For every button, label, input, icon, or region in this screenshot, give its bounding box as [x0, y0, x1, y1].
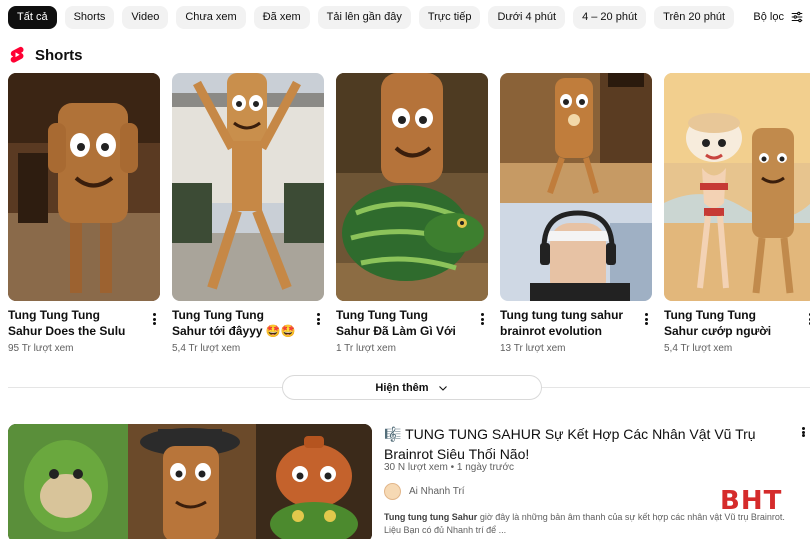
avatar[interactable]	[384, 483, 401, 500]
watermark-logo: BHT	[720, 486, 783, 516]
short-card-5[interactable]: Tung Tung Tung Sahur cướp người yêu của …	[664, 73, 810, 354]
short-title-2[interactable]: Tung Tung Tung Sahur tới đâyyy 🤩🤩🤩 ...	[172, 307, 300, 339]
short-views-3: 1 Tr lượt xem	[336, 343, 396, 354]
short-card-1[interactable]: Tung Tung Tung Sahur Does the Sulu Trend…	[8, 73, 160, 354]
short-thumbnail-3[interactable]	[336, 73, 488, 301]
chevron-down-icon	[438, 385, 447, 391]
description-highlight: Tung tung tung Sahur	[384, 512, 478, 522]
short-card-4[interactable]: Tung tung tung sahur brainrot evolution …	[500, 73, 652, 354]
chip-live[interactable]: Trực tiếp	[418, 6, 481, 29]
short-thumbnail-2[interactable]	[172, 73, 324, 301]
short-views-2: 5,4 Tr lượt xem	[172, 343, 241, 354]
chip-shorts[interactable]: Shorts	[64, 6, 115, 29]
short-card-3[interactable]: Tung Tung Tung Sahur Đã Làm Gì Với Các .…	[336, 73, 488, 354]
chip-all[interactable]: Tất cả	[8, 6, 57, 29]
chip-under-4-min[interactable]: Dưới 4 phút	[488, 6, 566, 29]
shorts-section-header: Shorts	[9, 46, 83, 64]
short-thumbnail-4[interactable]	[500, 73, 652, 301]
more-options-icon[interactable]	[797, 425, 809, 439]
filter-label: Bộ lọc	[753, 11, 784, 23]
video-title[interactable]: 🎼 TUNG TUNG SAHUR Sự Kết Hợp Các Nhân Vậ…	[384, 424, 779, 464]
short-card-2[interactable]: Tung Tung Tung Sahur tới đâyyy 🤩🤩🤩 ... 5…	[172, 73, 324, 354]
channel-link[interactable]: Ai Nhanh Trí	[384, 483, 465, 500]
show-more-label: Hiện thêm	[375, 381, 429, 394]
more-options-icon[interactable]	[476, 311, 488, 327]
more-options-icon[interactable]	[804, 311, 810, 327]
sliders-icon	[791, 11, 803, 23]
short-title-1[interactable]: Tung Tung Tung Sahur Does the Sulu Trend	[8, 307, 136, 339]
chip-over-20-min[interactable]: Trên 20 phút	[654, 6, 735, 29]
chip-video[interactable]: Video	[122, 6, 169, 29]
more-options-icon[interactable]	[148, 311, 160, 327]
shorts-section-title: Shorts	[35, 46, 83, 64]
short-thumbnail-5[interactable]	[664, 73, 810, 301]
short-title-3[interactable]: Tung Tung Tung Sahur Đã Làm Gì Với Các .…	[336, 307, 464, 339]
more-options-icon[interactable]	[312, 311, 324, 327]
chip-4-20-min[interactable]: 4 – 20 phút	[573, 6, 647, 29]
more-options-icon[interactable]	[640, 311, 652, 327]
short-views-5: 5,4 Tr lượt xem	[664, 343, 733, 354]
filter-button[interactable]: Bộ lọc	[753, 10, 804, 24]
video-meta: 30 N lượt xem • 1 ngày trước	[384, 462, 515, 473]
chip-watched[interactable]: Đã xem	[253, 6, 310, 29]
short-title-5[interactable]: Tung Tung Tung Sahur cướp người yêu của …	[664, 307, 792, 339]
shorts-logo-icon	[10, 46, 24, 63]
short-views-4: 13 Tr lượt xem	[500, 343, 566, 354]
chip-recently-uploaded[interactable]: Tải lên gần đây	[317, 6, 411, 29]
video-thumbnail[interactable]	[8, 424, 372, 539]
short-title-4[interactable]: Tung tung tung sahur brainrot evolution …	[500, 307, 628, 339]
short-thumbnail-1[interactable]	[8, 73, 160, 301]
filter-chips-bar: Tất cả Shorts Video Chưa xem Đã xem Tải …	[8, 6, 735, 29]
chip-unwatched[interactable]: Chưa xem	[176, 6, 246, 29]
channel-name[interactable]: Ai Nhanh Trí	[409, 486, 465, 497]
short-views-1: 95 Tr lượt xem	[8, 343, 74, 354]
show-more-button[interactable]: Hiện thêm	[282, 375, 542, 400]
